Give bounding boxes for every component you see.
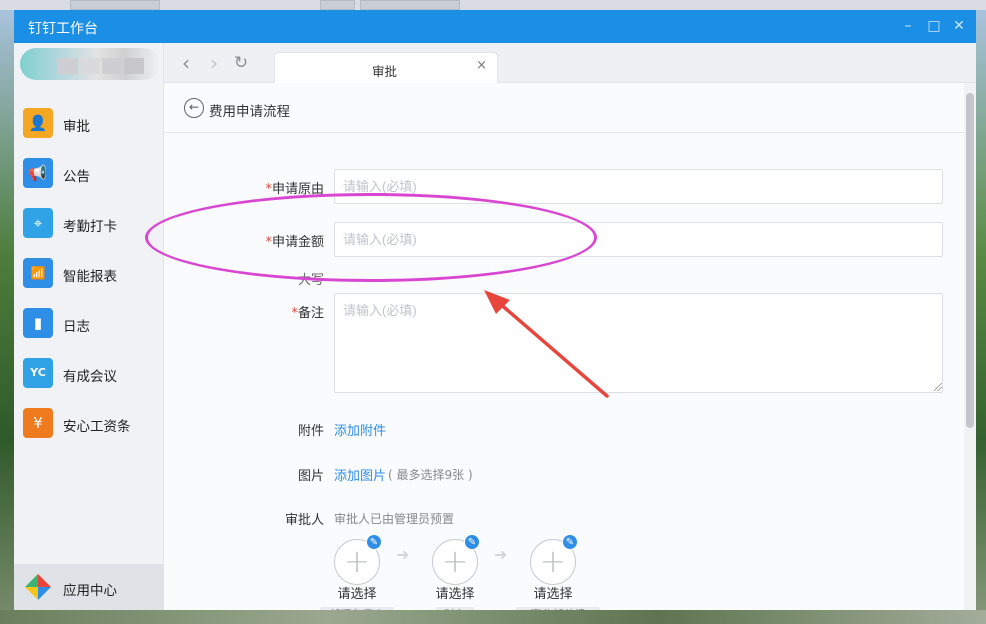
desktop-window-tab [70, 0, 160, 10]
sidebar-item-announcement[interactable]: 📢 公告 [14, 148, 164, 198]
sidebar-item-meeting[interactable]: YC 有成会议 [14, 348, 164, 398]
image-label: 图片 [297, 469, 324, 484]
pencil-icon[interactable]: ✎ [366, 534, 382, 550]
pencil-icon[interactable]: ✎ [562, 534, 578, 550]
desktop-background [0, 610, 986, 624]
sidebar-item-label: 智能报表 [63, 269, 117, 285]
sidebar-item-approval[interactable]: 👤 审批 [14, 98, 164, 148]
approver-note: 审批人已由管理员预置 [334, 512, 455, 526]
megaphone-icon: 📢 [23, 158, 53, 188]
approver-select-label: 请选择 [337, 587, 377, 602]
approver-role-tag: 财务 [436, 607, 474, 610]
dingtalk-workbench-window: 钉钉工作台 – □ ✕ 👤 审批 📢 公告 ⌖ 考勤打卡 📶 智能报表 ▮ 日志… [14, 10, 976, 610]
scrollbar[interactable] [964, 83, 976, 610]
form-content: ← 费用申请流程 *申请原由 *申请金额 大写 *备注 附件 添加附件 图片 添… [164, 83, 976, 610]
add-image-link[interactable]: 添加图片 [334, 465, 386, 484]
blurred-name-block [58, 58, 78, 74]
sidebar-item-label: 安心工资条 [63, 419, 131, 435]
attachment-label: 附件 [297, 424, 324, 439]
uppercase-label: 大写 [297, 273, 324, 288]
desktop-taskbar-strip [0, 0, 986, 10]
refresh-icon[interactable]: ↻ [231, 53, 251, 73]
sidebar-item-label: 审批 [63, 119, 90, 135]
maximize-button[interactable]: □ [924, 16, 944, 36]
tab-bar: ‹ › ↻ 审批 × [164, 43, 976, 83]
tab-approval[interactable]: 审批 × [274, 52, 498, 83]
person-stamp-icon: 👤 [23, 108, 53, 138]
sidebar-item-log[interactable]: ▮ 日志 [14, 298, 164, 348]
sidebar-item-app-center[interactable]: 应用中心 [14, 564, 164, 610]
main-panel: ‹ › ↻ 审批 × ← 费用申请流程 *申请原由 *申请金额 大写 *备注 [164, 43, 976, 610]
image-limit-hint: ( 最多选择9张 ) [388, 468, 473, 482]
remark-label: *备注 [184, 302, 324, 321]
bar-chart-icon: 📶 [23, 258, 53, 288]
remark-textarea[interactable] [334, 293, 943, 393]
sidebar-item-label: 日志 [63, 319, 90, 335]
desktop-background [0, 10, 14, 624]
back-arrow-icon[interactable]: ← [184, 98, 204, 118]
notebook-icon: ▮ [23, 308, 53, 338]
arrow-right-icon: ➜ [494, 545, 508, 564]
desktop-window-tab [320, 0, 355, 10]
remark-label-text: 备注 [297, 306, 324, 321]
minimize-button[interactable]: – [898, 16, 918, 36]
approver-label: 审批人 [284, 513, 324, 528]
reason-label-text: 申请原由 [271, 182, 324, 197]
approver-select-label: 请选择 [435, 587, 475, 602]
blurred-name-block [124, 58, 144, 74]
location-pin-icon: ⌖ [23, 208, 53, 238]
tab-label: 审批 [372, 64, 398, 79]
page-header: ← 费用申请流程 [164, 83, 964, 133]
resize-handle[interactable] [934, 383, 942, 391]
payslip-icon: ¥ [23, 408, 53, 438]
approver-select-label: 请选择 [533, 587, 573, 602]
desktop-window-tab [360, 0, 460, 10]
sidebar-item-label: 应用中心 [63, 583, 117, 599]
pencil-icon[interactable]: ✎ [464, 534, 480, 550]
page-title: 费用申请流程 [209, 104, 290, 120]
reason-input[interactable] [334, 169, 943, 204]
window-title: 钉钉工作台 [28, 21, 98, 37]
desktop-background [976, 10, 986, 624]
meeting-icon: YC [23, 358, 53, 388]
amount-input[interactable] [334, 222, 943, 257]
close-button[interactable]: ✕ [949, 16, 969, 36]
sidebar-item-label: 有成会议 [63, 369, 117, 385]
sidebar-item-label: 考勤打卡 [63, 219, 117, 235]
blurred-name-block [80, 58, 100, 74]
title-bar[interactable]: 钉钉工作台 – □ ✕ [14, 10, 976, 43]
sidebar-item-payslip[interactable]: ¥ 安心工资条 [14, 398, 164, 448]
app-center-icon [25, 574, 51, 600]
approver-role-tag: 部门负责人 [320, 607, 394, 610]
back-nav-icon[interactable]: ‹ [176, 53, 196, 73]
add-attachment-link[interactable]: 添加附件 [334, 420, 386, 439]
sidebar-item-label: 公告 [63, 169, 90, 185]
avatar[interactable] [20, 48, 160, 80]
reason-label: *申请原由 [184, 178, 324, 197]
sidebar-item-attendance[interactable]: ⌖ 考勤打卡 [14, 198, 164, 248]
sidebar-item-smart-report[interactable]: 📶 智能报表 [14, 248, 164, 298]
arrow-right-icon: ➜ [396, 545, 410, 564]
scrollbar-thumb[interactable] [966, 93, 974, 428]
close-icon[interactable]: × [476, 58, 487, 73]
sidebar: 👤 审批 📢 公告 ⌖ 考勤打卡 📶 智能报表 ▮ 日志 YC 有成会议 ¥ 安… [14, 43, 164, 610]
amount-label: *申请金额 [184, 231, 324, 250]
forward-nav-icon[interactable]: › [204, 53, 224, 73]
amount-label-text: 申请金额 [271, 235, 324, 250]
approver-role-tag: 事业部总经 [516, 607, 600, 610]
blurred-name-block [102, 58, 122, 74]
